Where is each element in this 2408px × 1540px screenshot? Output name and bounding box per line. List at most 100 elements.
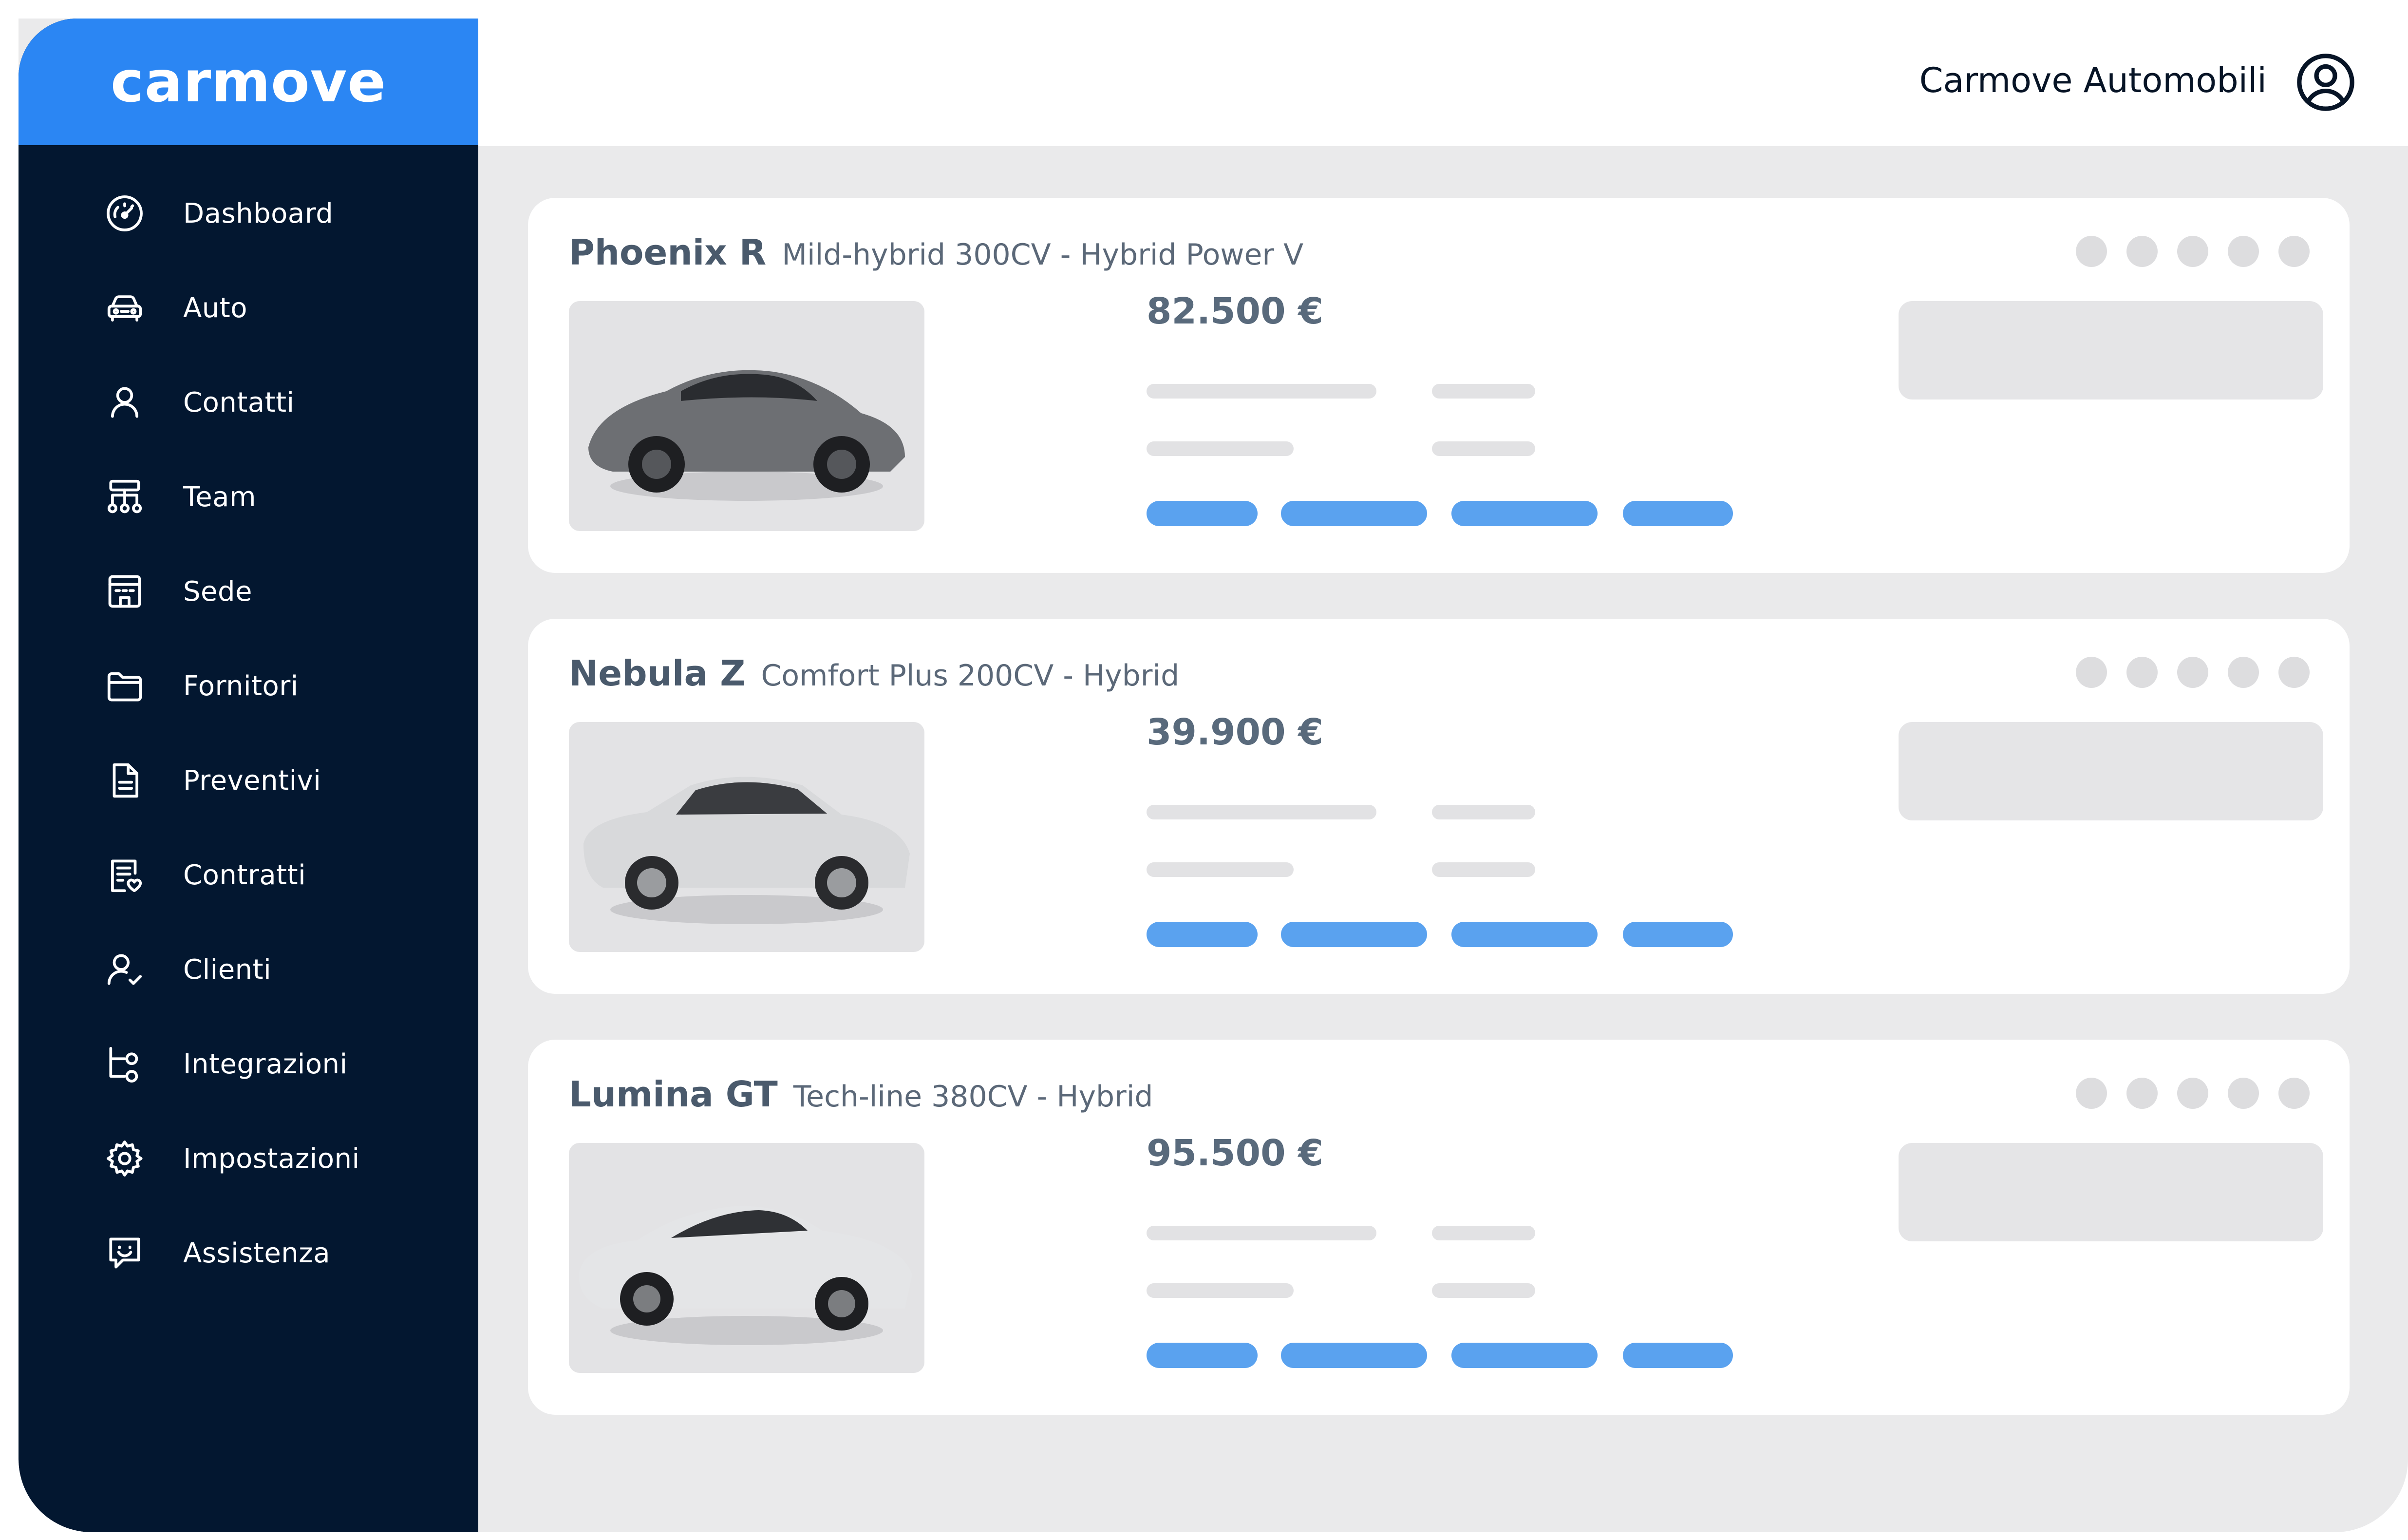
feature-tag[interactable] — [1451, 1343, 1598, 1368]
skeleton-line — [1147, 441, 1294, 456]
status-dot — [2076, 236, 2107, 267]
status-dot — [2228, 1078, 2259, 1109]
status-dot — [2126, 1078, 2158, 1109]
status-dot — [2177, 1078, 2208, 1109]
card-title: Lumina GT Tech-line 380CV - Hybrid — [569, 1074, 1153, 1115]
status-dots — [2076, 236, 2310, 267]
car-name: Lumina GT — [569, 1074, 778, 1115]
car-price: 95.500 € — [1147, 1132, 1323, 1174]
card-action-placeholder[interactable] — [1899, 1143, 2323, 1241]
skeleton-line — [1147, 384, 1376, 399]
car-card[interactable]: Nebula Z Comfort Plus 200CV - Hybrid 39.… — [528, 619, 2350, 994]
car-photo[interactable] — [569, 1143, 924, 1373]
status-dot — [2126, 657, 2158, 688]
sidebar-item-label: Fornitori — [183, 670, 299, 702]
sidebar-item-label: Auto — [183, 292, 248, 324]
contract-icon — [102, 853, 147, 897]
sidebar-item-label: Contatti — [183, 386, 295, 418]
status-dots — [2076, 657, 2310, 688]
car-icon — [102, 285, 147, 330]
feature-tag[interactable] — [1451, 501, 1598, 526]
skeleton-line — [1147, 1283, 1294, 1298]
sidebar-item-integrazioni[interactable]: Integrazioni — [102, 1035, 453, 1093]
skeleton-line — [1432, 384, 1535, 399]
status-dot — [2126, 236, 2158, 267]
status-dot — [2278, 657, 2310, 688]
sidebar-item-fornitori[interactable]: Fornitori — [102, 657, 453, 715]
sidebar-item-label: Clienti — [183, 953, 272, 986]
sidebar-item-clienti[interactable]: Clienti — [102, 940, 453, 999]
logo[interactable]: carmove — [111, 49, 386, 115]
status-dot — [2228, 236, 2259, 267]
car-illustration — [588, 370, 905, 501]
car-variant: Comfort Plus 200CV - Hybrid — [761, 659, 1180, 693]
sidebar-item-label: Contratti — [183, 859, 306, 891]
speedometer-icon — [102, 191, 147, 236]
skeleton-line — [1147, 1226, 1376, 1240]
car-card[interactable]: Phoenix R Mild-hybrid 300CV - Hybrid Pow… — [528, 198, 2350, 573]
feature-tag[interactable] — [1281, 922, 1427, 947]
sidebar-item-preventivi[interactable]: Preventivi — [102, 751, 453, 810]
sidebar-item-impostazioni[interactable]: Impostazioni — [102, 1129, 453, 1188]
card-action-placeholder[interactable] — [1899, 722, 2323, 820]
sidebar-item-team[interactable]: Team — [102, 468, 453, 526]
car-illustration — [579, 1206, 912, 1345]
sidebar-item-dashboard[interactable]: Dashboard — [102, 184, 453, 243]
car-photo[interactable] — [569, 301, 924, 531]
building-icon — [102, 569, 147, 614]
card-title: Phoenix R Mild-hybrid 300CV - Hybrid Pow… — [569, 232, 1303, 273]
car-price: 39.900 € — [1147, 711, 1323, 753]
card-title: Nebula Z Comfort Plus 200CV - Hybrid — [569, 653, 1179, 694]
car-name: Nebula Z — [569, 653, 746, 694]
app-window: carmove Dashboard Auto Contatti Team Sed… — [19, 19, 2408, 1532]
status-dot — [2076, 657, 2107, 688]
skeleton-line — [1432, 805, 1535, 819]
account-circle-icon[interactable] — [2294, 51, 2357, 114]
car-name: Phoenix R — [569, 232, 767, 273]
org-chart-icon — [102, 475, 147, 519]
document-icon — [102, 758, 147, 803]
car-card[interactable]: Lumina GT Tech-line 380CV - Hybrid 95.50… — [528, 1040, 2350, 1415]
status-dot — [2076, 1078, 2107, 1109]
person-icon — [102, 380, 147, 425]
sidebar-item-auto[interactable]: Auto — [102, 279, 453, 337]
sidebar-item-assistenza[interactable]: Assistenza — [102, 1224, 453, 1282]
feature-tag[interactable] — [1281, 501, 1427, 526]
sidebar: carmove Dashboard Auto Contatti Team Sed… — [19, 19, 478, 1532]
feature-tag[interactable] — [1281, 1343, 1427, 1368]
sidebar-item-label: Impostazioni — [183, 1142, 360, 1175]
sidebar-item-label: Dashboard — [183, 197, 334, 229]
car-variant: Tech-line 380CV - Hybrid — [793, 1080, 1153, 1114]
status-dot — [2278, 236, 2310, 267]
gear-icon — [102, 1136, 147, 1181]
skeleton-line — [1147, 805, 1376, 819]
status-dot — [2177, 657, 2208, 688]
sidebar-item-sede[interactable]: Sede — [102, 562, 453, 621]
car-photo[interactable] — [569, 722, 924, 952]
skeleton-line — [1147, 862, 1294, 877]
card-action-placeholder[interactable] — [1899, 301, 2323, 399]
feature-tag[interactable] — [1623, 1343, 1733, 1368]
feature-tag[interactable] — [1147, 1343, 1258, 1368]
car-variant: Mild-hybrid 300CV - Hybrid Power V — [782, 238, 1304, 272]
sidebar-item-label: Preventivi — [183, 764, 321, 797]
sidebar-item-label: Assistenza — [183, 1237, 331, 1269]
sidebar-item-contatti[interactable]: Contatti — [102, 373, 453, 432]
chat-smile-icon — [102, 1231, 147, 1275]
feature-tag[interactable] — [1623, 501, 1733, 526]
car-price: 82.500 € — [1147, 290, 1323, 332]
skeleton-line — [1432, 1226, 1535, 1240]
sidebar-item-label: Team — [183, 481, 257, 513]
status-dot — [2228, 657, 2259, 688]
feature-tag[interactable] — [1451, 922, 1598, 947]
feature-tag[interactable] — [1147, 501, 1258, 526]
feature-tag[interactable] — [1147, 922, 1258, 947]
skeleton-line — [1432, 1283, 1535, 1298]
integration-icon — [102, 1042, 147, 1086]
car-illustration — [583, 777, 910, 924]
sidebar-item-label: Integrazioni — [183, 1048, 348, 1080]
top-header: Carmove Automobili — [478, 19, 2408, 146]
sidebar-item-contratti[interactable]: Contratti — [102, 846, 453, 904]
status-dot — [2177, 236, 2208, 267]
feature-tag[interactable] — [1623, 922, 1733, 947]
